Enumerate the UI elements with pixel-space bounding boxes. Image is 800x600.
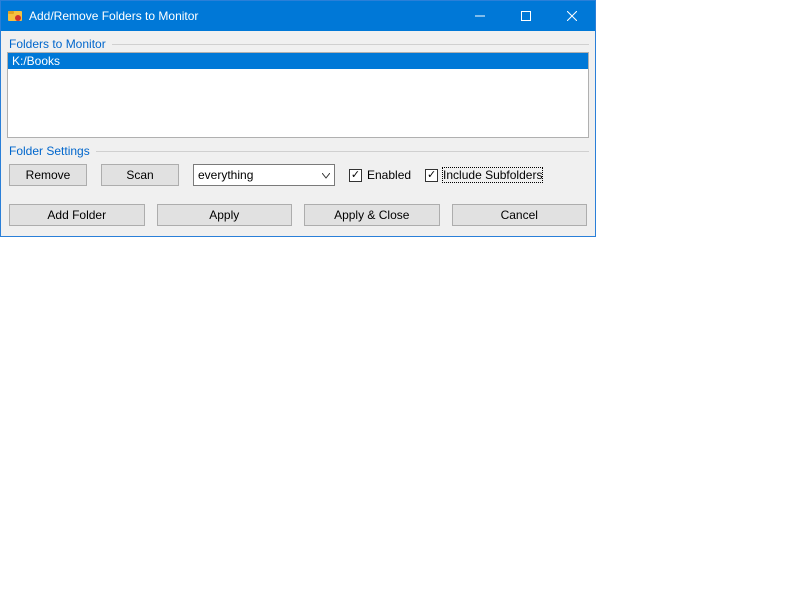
include-subfolders-label: Include Subfolders <box>443 168 542 182</box>
apply-close-button[interactable]: Apply & Close <box>304 204 440 226</box>
chevron-down-icon <box>322 168 330 182</box>
filter-select-value: everything <box>198 168 253 182</box>
include-subfolders-checkbox[interactable]: ✓ Include Subfolders <box>425 168 542 182</box>
minimize-button[interactable] <box>457 1 503 31</box>
remove-button[interactable]: Remove <box>9 164 87 186</box>
folders-list[interactable]: K:/Books <box>7 52 589 138</box>
filter-select[interactable]: everything <box>193 164 335 186</box>
settings-row: Remove Scan everything ✓ Enabled ✓ Inclu… <box>7 159 589 188</box>
settings-group-label: Folder Settings <box>7 144 589 158</box>
apply-button[interactable]: Apply <box>157 204 293 226</box>
folders-group-label: Folders to Monitor <box>7 37 589 51</box>
checkbox-box: ✓ <box>349 169 362 182</box>
cancel-button[interactable]: Cancel <box>452 204 588 226</box>
scan-button[interactable]: Scan <box>101 164 179 186</box>
action-row: Add Folder Apply Apply & Close Cancel <box>7 194 589 228</box>
enabled-label: Enabled <box>367 168 411 182</box>
dialog-content: Folders to Monitor K:/Books Folder Setti… <box>1 31 595 236</box>
maximize-button[interactable] <box>503 1 549 31</box>
settings-group: Folder Settings Remove Scan everything ✓… <box>7 144 589 188</box>
window-controls <box>457 1 595 31</box>
app-icon <box>7 8 23 24</box>
checkbox-box: ✓ <box>425 169 438 182</box>
window-title: Add/Remove Folders to Monitor <box>29 9 457 23</box>
dialog-window: Add/Remove Folders to Monitor Folders to… <box>0 0 596 237</box>
folders-group: Folders to Monitor K:/Books <box>7 37 589 138</box>
enabled-checkbox[interactable]: ✓ Enabled <box>349 168 411 182</box>
close-button[interactable] <box>549 1 595 31</box>
list-item[interactable]: K:/Books <box>8 53 588 69</box>
titlebar: Add/Remove Folders to Monitor <box>1 1 595 31</box>
add-folder-button[interactable]: Add Folder <box>9 204 145 226</box>
